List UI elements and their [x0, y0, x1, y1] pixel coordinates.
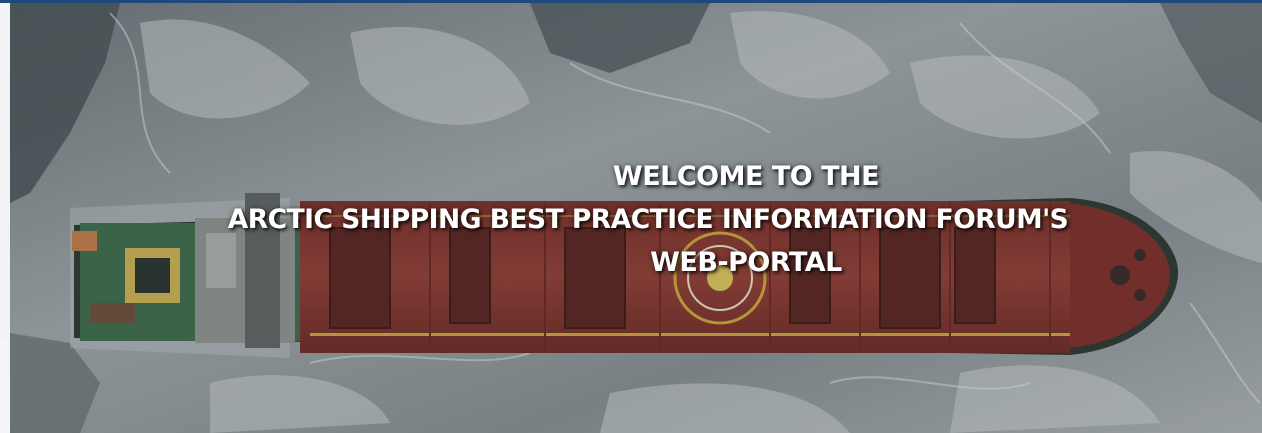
top-accent-bar — [0, 0, 1262, 3]
left-margin-strip — [0, 340, 10, 433]
hero-title-line-1: WELCOME TO THE — [612, 161, 880, 192]
hero-title-line-3: WEB-PORTAL — [650, 247, 842, 278]
hero-banner: WELCOME TO THE ARCTIC SHIPPING BEST PRAC… — [10, 3, 1262, 433]
page: WELCOME TO THE ARCTIC SHIPPING BEST PRAC… — [0, 0, 1262, 433]
hero-title-line-2: ARCTIC SHIPPING BEST PRACTICE INFORMATIO… — [227, 204, 1069, 235]
hero-title: WELCOME TO THE ARCTIC SHIPPING BEST PRAC… — [10, 155, 1262, 284]
